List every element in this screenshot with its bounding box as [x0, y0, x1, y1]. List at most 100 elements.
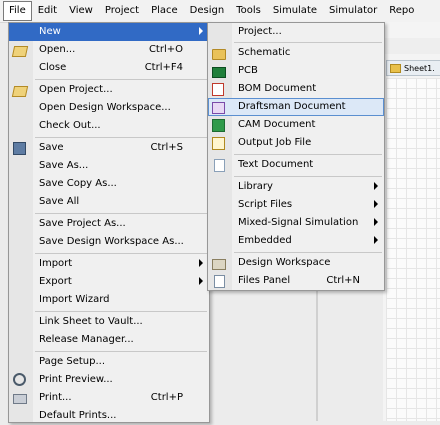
menu-item-label: Print Preview...: [39, 374, 113, 385]
menu-item-label: Save Project As...: [39, 218, 126, 229]
menu-item-default-prints[interactable]: Default Prints...: [9, 407, 209, 425]
menu-item-print-preview[interactable]: Print Preview...: [9, 371, 209, 389]
menu-item-label: Export: [39, 276, 72, 287]
menu-item-label: Check Out...: [39, 120, 101, 131]
cam-document-icon: [212, 119, 225, 132]
submenu-item-library[interactable]: Library: [208, 178, 384, 196]
submenu-item-pcb[interactable]: PCB: [208, 62, 384, 80]
submenu-item-embedded[interactable]: Embedded: [208, 232, 384, 250]
menu-item-label: Print...: [39, 392, 72, 403]
menu-item-save[interactable]: Save Ctrl+S: [9, 139, 209, 157]
submenu-arrow-icon: [374, 236, 378, 244]
menu-item-shortcut: Ctrl+O: [148, 44, 183, 55]
menu-item-label: Save All: [39, 196, 80, 207]
menu-item-label: Script Files: [238, 199, 293, 210]
submenu-arrow-icon: [374, 182, 378, 190]
panel-divider: [316, 290, 318, 421]
menu-item-label: Save Copy As...: [39, 178, 117, 189]
menu-reports[interactable]: Repo: [383, 1, 420, 21]
menu-item-save-design-workspace-as[interactable]: Save Design Workspace As...: [9, 233, 209, 251]
menu-item-label: Open Design Workspace...: [39, 102, 171, 113]
menu-item-save-as[interactable]: Save As...: [9, 157, 209, 175]
menu-separator: [234, 42, 382, 43]
menu-item-label: Import: [39, 258, 73, 269]
menu-separator: [35, 137, 207, 138]
menu-item-open[interactable]: Open... Ctrl+O: [9, 41, 209, 59]
document-tab[interactable]: Sheet1.: [386, 60, 440, 76]
pcb-icon: [212, 67, 226, 78]
menu-item-label: New: [39, 26, 61, 37]
menu-separator: [35, 311, 207, 312]
toolbar: [383, 38, 440, 54]
menu-item-export[interactable]: Export: [9, 273, 209, 291]
menu-item-label: Design Workspace: [238, 257, 331, 268]
menu-item-release-manager[interactable]: Release Manager...: [9, 331, 209, 349]
menu-item-save-project-as[interactable]: Save Project As...: [9, 215, 209, 233]
menu-separator: [35, 351, 207, 352]
menu-simulator[interactable]: Simulator: [323, 1, 383, 21]
submenu-item-output-job-file[interactable]: Output Job File: [208, 134, 384, 152]
submenu-item-schematic[interactable]: Schematic: [208, 44, 384, 62]
bom-document-icon: [212, 83, 224, 96]
menu-item-page-setup[interactable]: Page Setup...: [9, 353, 209, 371]
menu-item-open-design-workspace[interactable]: Open Design Workspace...: [9, 99, 209, 117]
menu-item-save-copy-as[interactable]: Save Copy As...: [9, 175, 209, 193]
menu-place[interactable]: Place: [145, 1, 184, 21]
printer-icon: [13, 394, 27, 404]
submenu-item-files-panel[interactable]: Files Panel Ctrl+N: [208, 272, 384, 290]
menu-item-label: Text Document: [238, 159, 314, 170]
menu-item-shortcut: Ctrl+N: [326, 275, 360, 286]
menu-item-shortcut: Ctrl+F4: [144, 62, 183, 73]
menu-item-open-project[interactable]: Open Project...: [9, 81, 209, 99]
text-document-icon: [214, 159, 225, 172]
open-folder-icon: [11, 46, 29, 57]
menu-edit[interactable]: Edit: [32, 1, 63, 21]
menu-design[interactable]: Design: [184, 1, 231, 21]
menu-item-label: Save: [39, 142, 64, 153]
document-tab-label: Sheet1.: [404, 63, 435, 73]
menu-bar: File Edit View Project Place Design Tool…: [0, 0, 440, 23]
submenu-item-draftsman-document[interactable]: Draftsman Document: [208, 98, 384, 116]
submenu-item-script-files[interactable]: Script Files: [208, 196, 384, 214]
save-icon: [13, 142, 26, 155]
submenu-item-bom-document[interactable]: BOM Document: [208, 80, 384, 98]
menu-item-new[interactable]: New: [9, 23, 209, 41]
menu-tools[interactable]: Tools: [230, 1, 267, 21]
submenu-item-cam-document[interactable]: CAM Document: [208, 116, 384, 134]
menu-item-label: Close: [39, 62, 67, 73]
menu-item-label: Schematic: [238, 47, 291, 58]
menu-item-label: Link Sheet to Vault...: [39, 316, 143, 327]
submenu-arrow-icon: [199, 259, 203, 267]
menu-simulate[interactable]: Simulate: [267, 1, 323, 21]
menu-file[interactable]: File: [3, 1, 32, 21]
menu-item-print[interactable]: Print... Ctrl+P: [9, 389, 209, 407]
draftsman-document-icon: [212, 102, 225, 114]
menu-item-check-out[interactable]: Check Out...: [9, 117, 209, 135]
menu-item-label: Project...: [238, 26, 282, 37]
schematic-sheet-icon: [390, 63, 401, 73]
menu-item-save-all[interactable]: Save All: [9, 193, 209, 211]
menu-item-label: Import Wizard: [39, 294, 110, 305]
menu-item-import[interactable]: Import: [9, 255, 209, 273]
submenu-item-design-workspace[interactable]: Design Workspace: [208, 254, 384, 272]
menu-item-label: Release Manager...: [39, 334, 134, 345]
menu-item-link-sheet-to-vault[interactable]: Link Sheet to Vault...: [9, 313, 209, 331]
submenu-item-project[interactable]: Project...: [208, 23, 384, 41]
menu-item-shortcut: Ctrl+P: [150, 392, 183, 403]
menu-view[interactable]: View: [63, 1, 99, 21]
menu-item-label: Save As...: [39, 160, 89, 171]
schematic-canvas[interactable]: [386, 78, 440, 421]
menu-item-import-wizard[interactable]: Import Wizard: [9, 291, 209, 309]
design-workspace-icon: [212, 259, 226, 270]
menu-item-shortcut: Ctrl+S: [150, 142, 183, 153]
submenu-item-text-document[interactable]: Text Document: [208, 156, 384, 174]
print-preview-icon: [13, 373, 26, 386]
menu-item-label: CAM Document: [238, 119, 316, 130]
menu-project[interactable]: Project: [99, 1, 145, 21]
menu-item-label: Embedded: [238, 235, 292, 246]
menu-item-close[interactable]: Close Ctrl+F4: [9, 59, 209, 77]
submenu-arrow-icon: [374, 218, 378, 226]
new-submenu: Project... Schematic PCB BOM Document Dr…: [207, 22, 385, 291]
files-panel-icon: [214, 275, 225, 288]
submenu-item-mixed-signal-simulation[interactable]: Mixed-Signal Simulation: [208, 214, 384, 232]
